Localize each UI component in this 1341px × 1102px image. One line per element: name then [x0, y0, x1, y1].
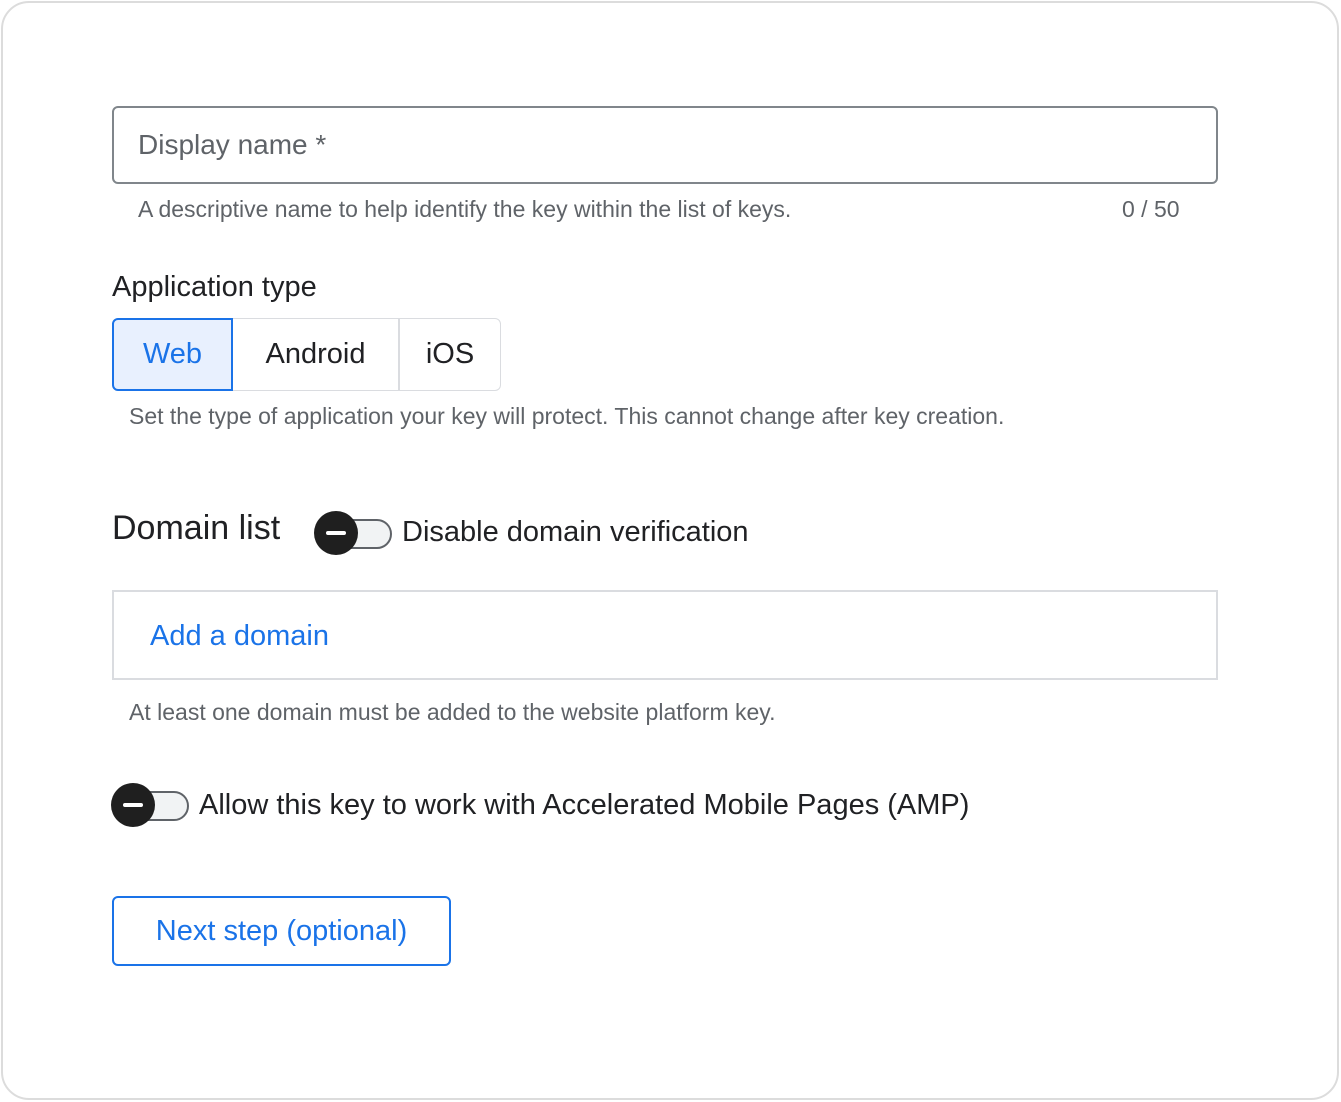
next-step-button[interactable]: Next step (optional): [112, 896, 451, 966]
domain-list-title: Domain list: [112, 509, 281, 547]
application-type-selector: Web Android iOS: [112, 318, 501, 391]
application-type-title: Application type: [112, 271, 317, 303]
display-name-field[interactable]: Display name *: [112, 106, 1218, 184]
display-name-placeholder: Display name *: [138, 129, 327, 160]
disable-domain-verification-toggle[interactable]: [314, 511, 394, 555]
character-counter: 0 / 50: [1122, 196, 1180, 222]
toggle-thumb-icon: [111, 783, 155, 827]
application-type-hint: Set the type of application your key wil…: [129, 403, 1005, 429]
domain-list-hint: At least one domain must be added to the…: [129, 699, 776, 725]
amp-toggle[interactable]: [111, 783, 191, 827]
add-domain-link[interactable]: Add a domain: [150, 620, 329, 653]
toggle-thumb-icon: [314, 511, 358, 555]
form-card: Display name * A descriptive name to hel…: [1, 1, 1339, 1100]
domain-list-box: Add a domain: [112, 590, 1218, 680]
amp-toggle-label: Allow this key to work with Accelerated …: [199, 789, 970, 821]
display-name-hint: A descriptive name to help identify the …: [138, 196, 792, 222]
disable-domain-verification-label: Disable domain verification: [402, 516, 749, 548]
app-type-android-option[interactable]: Android: [233, 318, 399, 391]
app-type-web-option[interactable]: Web: [112, 318, 233, 391]
app-type-ios-option[interactable]: iOS: [399, 318, 501, 391]
